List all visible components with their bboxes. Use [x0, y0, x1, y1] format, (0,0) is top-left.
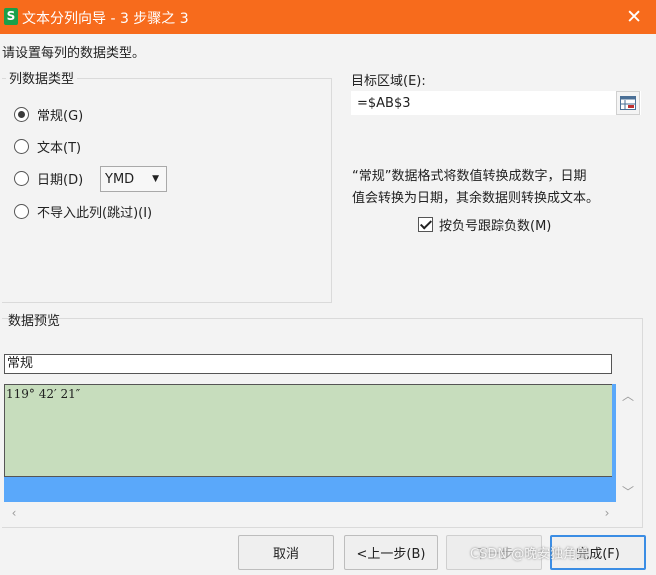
range-select-icon: [620, 96, 636, 110]
scroll-right-icon[interactable]: ›: [601, 507, 613, 519]
preview-selection-edge: [612, 384, 616, 477]
radio-text[interactable]: 文本(T): [14, 136, 81, 156]
preview-column-header[interactable]: 常规: [4, 354, 612, 374]
preview-data-cell[interactable]: 119° 42′ 21″: [4, 384, 613, 477]
scroll-up-icon[interactable]: ︿: [622, 390, 634, 402]
radio-skip-label: 不导入此列(跳过)(I): [37, 205, 153, 221]
radio-skip[interactable]: 不导入此列(跳过)(I): [14, 201, 152, 221]
radio-general[interactable]: 常规(G): [14, 104, 83, 124]
negative-tracking-option[interactable]: 按负号跟踪负数(M): [418, 214, 551, 234]
window-title: 文本分列向导 - 3 步骤之 3: [22, 11, 189, 27]
negative-tracking-label: 按负号跟踪负数(M): [439, 218, 552, 234]
target-area-input[interactable]: =$AB$3: [351, 91, 641, 115]
instruction-text: 请设置每列的数据类型。: [2, 46, 146, 61]
scroll-down-icon[interactable]: ﹀: [622, 486, 634, 498]
data-preview-title: 数据预览: [8, 314, 61, 329]
chevron-down-icon: ▼: [152, 174, 159, 184]
column-type-legend: 列数据类型: [6, 68, 78, 87]
date-format-value: YMD: [105, 171, 135, 187]
radio-date-label: 日期(D): [37, 172, 84, 188]
radio-text-indicator[interactable]: [14, 138, 29, 154]
radio-skip-indicator[interactable]: [14, 203, 29, 219]
description-line-2: 值会转换为日期，其余数据则转换成文本。: [352, 191, 600, 206]
finish-button[interactable]: 完成(F): [550, 535, 646, 570]
radio-text-label: 文本(T): [37, 140, 82, 156]
wps-app-icon: S: [4, 8, 18, 25]
cancel-button[interactable]: 取消: [238, 535, 334, 570]
back-button[interactable]: <上一步(B): [344, 535, 438, 570]
next-button[interactable]: 下一步: [446, 535, 542, 570]
scroll-left-icon[interactable]: ‹: [8, 507, 20, 519]
negative-tracking-checkbox[interactable]: [418, 216, 433, 232]
date-format-select[interactable]: YMD ▼: [100, 166, 167, 192]
radio-date[interactable]: 日期(D): [14, 168, 83, 188]
range-picker-button[interactable]: [616, 91, 640, 115]
target-area-label: 目标区域(E):: [351, 74, 426, 89]
preview-selection-band: [4, 477, 616, 502]
radio-general-label: 常规(G): [37, 108, 84, 124]
title-bar: S 文本分列向导 - 3 步骤之 3 ✕: [0, 0, 656, 34]
radio-date-indicator[interactable]: [14, 170, 29, 186]
close-button[interactable]: ✕: [626, 6, 642, 28]
description-line-1: “常规”数据格式将数值转换成数字，日期: [352, 169, 587, 184]
format-description: “常规”数据格式将数值转换成数字，日期 值会转换为日期，其余数据则转换成文本。: [352, 166, 648, 210]
radio-general-indicator[interactable]: [14, 106, 29, 122]
